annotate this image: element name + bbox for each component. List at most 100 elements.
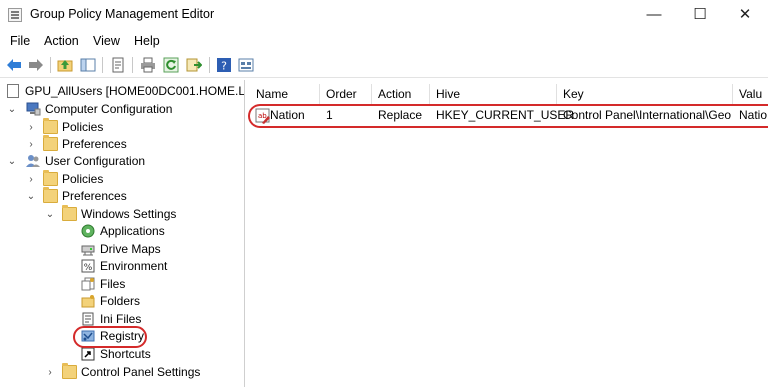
tree-item-environment[interactable]: % Environment <box>81 258 241 275</box>
computer-icon <box>26 102 41 116</box>
up-folder-icon[interactable] <box>57 57 73 73</box>
menu-action[interactable]: Action <box>44 34 79 48</box>
toolbar-separator <box>209 57 210 73</box>
folder-icon <box>43 118 58 134</box>
back-arrow-icon[interactable] <box>6 57 22 73</box>
forward-arrow-icon[interactable] <box>28 57 44 73</box>
tree-pane: GPU_AllUsers [HOME00DC001.HOME.LOC ⌄ Com… <box>0 80 245 387</box>
chevron-down-icon[interactable]: ⌄ <box>26 188 36 205</box>
cell-name: Nation <box>270 108 305 122</box>
tree-item-label: Policies <box>62 172 104 186</box>
tree-item-folders[interactable]: Folders <box>81 293 241 310</box>
svg-text:%: % <box>84 263 93 273</box>
column-header-value[interactable]: Valu <box>733 84 768 104</box>
tree-item-control-panel-settings[interactable]: Control Panel Settings <box>62 363 242 381</box>
tree-item-label: Control Panel Settings <box>81 365 201 379</box>
folder-icon <box>43 135 58 151</box>
chevron-right-icon[interactable]: › <box>26 171 36 188</box>
gpo-document-icon <box>7 84 19 98</box>
toolbar-separator <box>50 57 51 73</box>
tree-item-cc-preferences[interactable]: Preferences <box>43 135 243 153</box>
show-hide-tree-icon[interactable] <box>80 57 96 73</box>
column-header-action[interactable]: Action <box>372 84 430 104</box>
tree-item-label: Windows Settings <box>81 207 177 221</box>
tree-item-shortcuts[interactable]: Shortcuts <box>81 346 241 363</box>
window-title: Group Policy Management Editor <box>30 7 215 21</box>
tree-item-label: Computer Configuration <box>45 102 173 116</box>
title-bar: Group Policy Management Editor — ☐ ✕ <box>0 0 768 30</box>
folders-icon <box>81 295 95 308</box>
tree-item-uc-preferences[interactable]: Preferences <box>43 187 243 205</box>
refresh-icon[interactable] <box>163 57 179 73</box>
list-pane: Name Order Action Hive Key Valu ab Natio… <box>246 80 768 387</box>
tree-item-label: Applications <box>100 224 165 238</box>
tree-item-uc-policies[interactable]: Policies <box>43 170 243 188</box>
tree-item-windows-settings[interactable]: Windows Settings <box>62 205 242 223</box>
tree-item-computer-configuration[interactable]: Computer Configuration <box>26 101 244 118</box>
applications-icon <box>81 224 95 238</box>
menu-help[interactable]: Help <box>134 34 160 48</box>
shortcut-icon <box>81 347 95 361</box>
tree-item-label: Folders <box>100 294 141 308</box>
menu-view[interactable]: View <box>93 34 120 48</box>
tree-item-label: Environment <box>100 259 168 273</box>
tree-item-files[interactable]: Files <box>81 276 241 293</box>
svg-text:?: ? <box>221 60 227 73</box>
cell-value: Natio <box>739 108 768 122</box>
tree-item-user-configuration[interactable]: User Configuration <box>26 153 244 170</box>
chevron-down-icon[interactable]: ⌄ <box>7 101 17 118</box>
tree-item-label: Ini Files <box>100 312 142 326</box>
chevron-right-icon[interactable]: › <box>45 364 55 381</box>
folder-icon <box>43 187 58 203</box>
tree-item-label: Files <box>100 277 126 291</box>
toolbar: ? <box>0 52 768 78</box>
registry-icon <box>81 330 95 342</box>
tree-item-label: Drive Maps <box>100 242 161 256</box>
close-button[interactable]: ✕ <box>722 0 768 30</box>
help-icon[interactable]: ? <box>216 57 232 73</box>
properties-icon[interactable] <box>110 57 126 73</box>
tree-item-label: Preferences <box>62 189 127 203</box>
toolbar-separator <box>132 57 133 73</box>
tree-item-cc-policies[interactable]: Policies <box>43 118 243 136</box>
folder-icon <box>62 205 77 221</box>
drive-maps-icon <box>81 245 95 256</box>
users-icon <box>26 155 40 167</box>
toolbar-separator <box>102 57 103 73</box>
files-icon <box>81 277 95 291</box>
cell-order: 1 <box>326 108 333 122</box>
tree-item-ini-files[interactable]: Ini Files <box>81 311 241 328</box>
cell-hive: HKEY_CURRENT_USER <box>436 108 575 122</box>
menu-file[interactable]: File <box>10 34 30 48</box>
menu-bar: File Action View Help <box>0 32 768 50</box>
tree-item-drive-maps[interactable]: Drive Maps <box>81 241 241 258</box>
console-icon[interactable] <box>238 57 254 73</box>
tree-item-label: Policies <box>62 120 104 134</box>
app-icon <box>8 8 22 22</box>
column-header-name[interactable]: Name <box>250 84 320 104</box>
chevron-right-icon[interactable]: › <box>26 119 36 136</box>
cell-key: Control Panel\International\Geo <box>563 108 732 122</box>
environment-icon: % <box>81 259 95 273</box>
registry-string-icon: ab <box>255 108 270 124</box>
tree-item-label: Shortcuts <box>100 347 151 361</box>
tree-item-label: Registry <box>100 329 145 343</box>
folder-icon <box>43 170 58 186</box>
tree-item-label: User Configuration <box>45 154 146 168</box>
tree-item-registry[interactable]: Registry <box>81 328 241 345</box>
print-icon[interactable] <box>140 57 156 73</box>
column-header-key[interactable]: Key <box>557 84 733 104</box>
chevron-right-icon[interactable]: › <box>26 136 36 153</box>
tree-item-root[interactable]: GPU_AllUsers [HOME00DC001.HOME.LOC <box>6 83 245 100</box>
maximize-button[interactable]: ☐ <box>677 0 723 30</box>
cell-action: Replace <box>378 108 423 122</box>
minimize-button[interactable]: — <box>631 0 677 30</box>
tree-item-applications[interactable]: Applications <box>81 223 241 240</box>
ini-file-icon <box>82 312 94 326</box>
column-header-hive[interactable]: Hive <box>430 84 557 104</box>
export-list-icon[interactable] <box>186 57 202 73</box>
chevron-down-icon[interactable]: ⌄ <box>45 206 55 223</box>
chevron-down-icon[interactable]: ⌄ <box>7 153 17 170</box>
tree-item-label: GPU_AllUsers [HOME00DC001.HOME.LOC <box>25 84 245 98</box>
column-header-order[interactable]: Order <box>320 84 372 104</box>
